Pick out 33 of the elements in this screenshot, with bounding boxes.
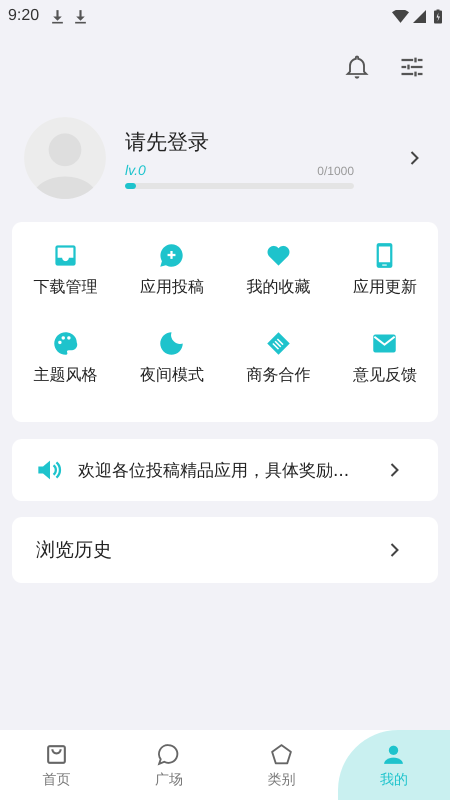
menu-item[interactable]: 下载管理 [12,234,118,322]
signal-icon [413,10,426,22]
profile-row[interactable]: 请先登录 lv.0 0/1000 [0,102,450,222]
menu-item[interactable]: 夜间模式 [118,322,225,410]
chevron-right-icon [409,150,420,166]
notification-icon[interactable] [343,53,371,81]
avatar-icon [24,117,106,199]
menu-item[interactable]: 我的收藏 [225,234,332,322]
level-label: lv.0 [125,162,146,178]
palette-icon [52,330,79,357]
moon-icon [158,330,186,357]
chat-plus-icon [158,242,186,269]
nav-tab[interactable]: 首页 [0,730,112,800]
points-text: 0/1000 [317,164,354,178]
chat-icon [156,742,182,766]
status-time: 9:20 [8,7,40,25]
menu-item[interactable]: 应用投稿 [118,234,225,322]
login-prompt: 请先登录 [125,128,210,156]
notice-banner[interactable]: 欢迎各位投稿精品应用，具体奖励... [12,439,438,501]
history-row[interactable]: 浏览历史 [12,517,438,583]
chevron-right-icon [389,542,400,558]
download-icon [74,8,88,24]
nav-tab[interactable]: 广场 [112,730,225,800]
battery-icon [434,8,442,24]
menu-item[interactable]: 商务合作 [225,322,332,410]
menu-item[interactable]: 意见反馈 [332,322,438,410]
nav-tab[interactable]: 类别 [225,730,338,800]
menu-item[interactable]: 主题风格 [12,322,118,410]
pentagon-icon [268,742,294,766]
menu-item[interactable]: 应用更新 [332,234,438,322]
download-icon [51,8,64,24]
chevron-right-icon [389,462,400,478]
wifi-icon [392,10,409,22]
